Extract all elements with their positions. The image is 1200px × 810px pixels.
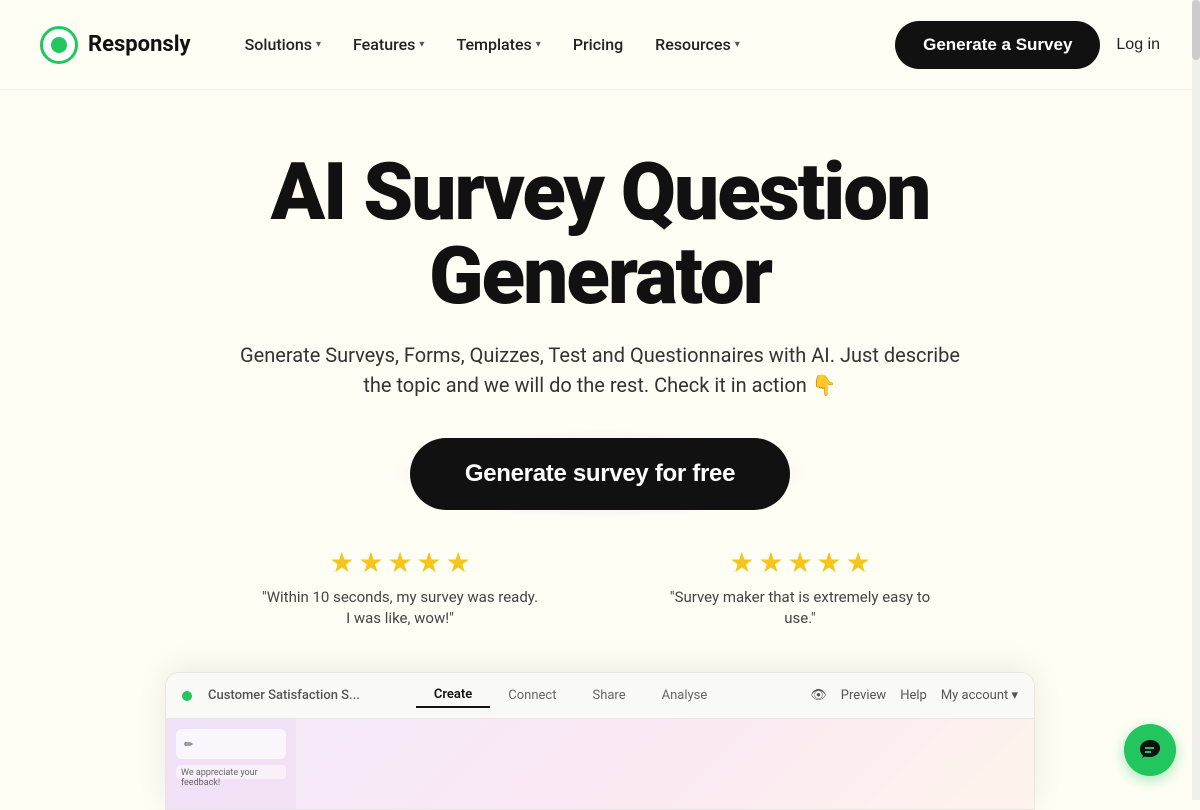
nav-item-pricing[interactable]: Pricing <box>559 27 637 62</box>
hero-section: AI Survey Question Generator Generate Su… <box>0 90 1200 659</box>
preview-body: ✏ We appreciate your feedback! <box>166 719 1034 809</box>
chevron-down-icon: ▾ <box>735 39 740 50</box>
logo[interactable]: Responsly <box>40 26 191 64</box>
star: ★ <box>446 546 471 579</box>
hero-title: AI Survey Question Generator <box>150 150 1050 318</box>
review-item-2: ★ ★ ★ ★ ★ "Survey maker that is extremel… <box>660 546 940 629</box>
preview-main <box>296 719 1034 809</box>
nav-item-solutions[interactable]: Solutions ▾ <box>231 27 335 62</box>
star: ★ <box>358 546 383 579</box>
chat-icon <box>1138 738 1162 762</box>
chat-bubble[interactable] <box>1124 724 1176 776</box>
star: ★ <box>729 546 754 579</box>
reviews-section: ★ ★ ★ ★ ★ "Within 10 seconds, my survey … <box>260 546 940 629</box>
scrollbar-thumb[interactable] <box>1192 0 1200 60</box>
stars-1: ★ ★ ★ ★ ★ <box>329 546 471 579</box>
stars-2: ★ ★ ★ ★ ★ <box>729 546 871 579</box>
nav-actions: Generate a Survey Log in <box>895 21 1160 69</box>
chevron-down-icon: ▾ <box>536 39 541 50</box>
preview-container: Customer Satisfaction S... Create Connec… <box>165 672 1035 810</box>
star: ★ <box>846 546 871 579</box>
preview-status-dot <box>182 691 192 701</box>
preview-sidebar-item: ✏ <box>176 729 286 759</box>
preview-title: Customer Satisfaction S... <box>208 688 360 703</box>
preview-eye-icon: 👁 <box>810 688 827 703</box>
logo-icon <box>40 26 78 64</box>
preview-account-label[interactable]: My account ▾ <box>941 688 1018 703</box>
tab-share[interactable]: Share <box>574 684 643 707</box>
tab-analyse[interactable]: Analyse <box>644 684 726 707</box>
nav-item-resources[interactable]: Resources ▾ <box>641 27 754 62</box>
star: ★ <box>787 546 812 579</box>
star: ★ <box>758 546 783 579</box>
cta-wrapper: Generate survey for free <box>410 438 790 510</box>
nav-links: Solutions ▾ Features ▾ Templates ▾ Prici… <box>231 27 895 62</box>
star: ★ <box>417 546 442 579</box>
review-text-1: "Within 10 seconds, my survey was ready.… <box>260 587 540 629</box>
preview-help-label[interactable]: Help <box>900 688 927 703</box>
chevron-down-icon: ▾ <box>419 39 424 50</box>
hero-cta-button[interactable]: Generate survey for free <box>410 438 790 510</box>
hero-subtitle: Generate Surveys, Forms, Quizzes, Test a… <box>230 340 970 400</box>
star: ★ <box>387 546 412 579</box>
nav-login-button[interactable]: Log in <box>1116 36 1160 54</box>
tab-connect[interactable]: Connect <box>490 684 574 707</box>
preview-tabs: Create Connect Share Analyse <box>416 683 725 708</box>
preview-content-item: We appreciate your feedback! <box>176 765 286 779</box>
nav-item-templates[interactable]: Templates ▾ <box>442 27 554 62</box>
scrollbar[interactable] <box>1192 0 1200 800</box>
nav-item-features[interactable]: Features ▾ <box>339 27 438 62</box>
nav-generate-button[interactable]: Generate a Survey <box>895 21 1100 69</box>
logo-text: Responsly <box>88 32 191 57</box>
review-text-2: "Survey maker that is extremely easy to … <box>660 587 940 629</box>
star: ★ <box>817 546 842 579</box>
star: ★ <box>329 546 354 579</box>
review-item-1: ★ ★ ★ ★ ★ "Within 10 seconds, my survey … <box>260 546 540 629</box>
logo-dot <box>51 37 67 53</box>
tab-create[interactable]: Create <box>416 683 490 708</box>
preview-preview-label[interactable]: Preview <box>841 688 886 703</box>
preview-topbar: Customer Satisfaction S... Create Connec… <box>166 673 1034 719</box>
preview-sidebar: ✏ We appreciate your feedback! <box>166 719 296 809</box>
chevron-down-icon: ▾ <box>316 39 321 50</box>
navbar: Responsly Solutions ▾ Features ▾ Templat… <box>0 0 1200 90</box>
preview-actions: 👁 Preview Help My account ▾ <box>810 688 1018 703</box>
